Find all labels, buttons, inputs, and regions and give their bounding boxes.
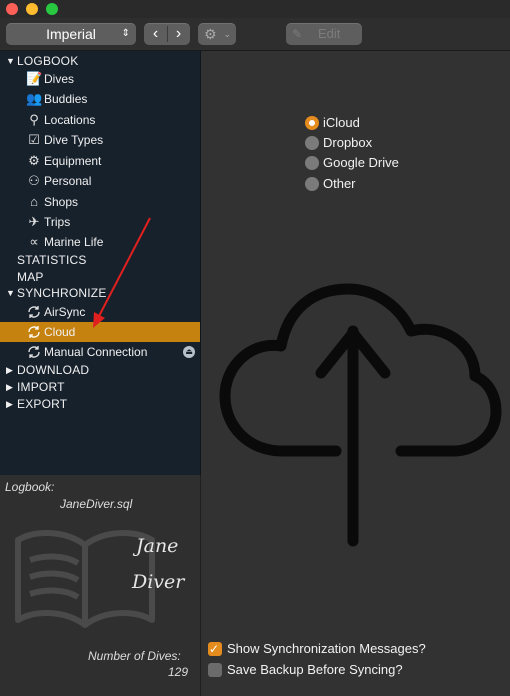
checkbox-indicator	[208, 663, 222, 677]
sync-icon	[28, 306, 40, 318]
sidebar-item-label: Manual Connection	[44, 345, 148, 359]
sidebar-item-label: Cloud	[44, 325, 76, 339]
unit-system-value: Imperial	[46, 26, 96, 42]
sidebar-item-airsync[interactable]: AirSync	[0, 302, 200, 322]
sidebar-item-label: Marine Life	[44, 235, 104, 249]
radio-icloud[interactable]: iCloud	[305, 113, 505, 133]
checklist-icon: ☑	[28, 132, 40, 147]
sync-icon	[28, 326, 40, 338]
gear-icon: ⚙	[28, 153, 40, 168]
book-icon: 📝	[26, 71, 43, 86]
sidebar-item-label: Buddies	[44, 92, 88, 106]
close-window-button[interactable]	[6, 3, 18, 15]
checkbox-indicator	[208, 639, 222, 659]
sidebar-group-export[interactable]: ▶ EXPORT	[0, 394, 200, 414]
show-sync-messages-checkbox[interactable]: Show Synchronization Messages?	[208, 639, 508, 659]
sidebar-item-marine-life[interactable]: ∝ Marine Life	[0, 232, 200, 252]
sidebar-item-label: Dives	[44, 72, 75, 86]
radio-google-drive[interactable]: Google Drive	[305, 153, 505, 173]
navigation-buttons: ‹ ›	[144, 23, 190, 45]
title-bar	[0, 0, 510, 18]
airplane-icon: ✈	[28, 214, 40, 229]
checkbox-label: Show Synchronization Messages?	[227, 641, 426, 656]
save-backup-checkbox[interactable]: Save Backup Before Syncing?	[208, 660, 508, 680]
sidebar-item-label: Trips	[44, 215, 71, 229]
people-icon: 👥	[26, 91, 43, 106]
edit-button-label: Edit	[318, 26, 341, 41]
sidebar-item-personal[interactable]: ⚇ Personal	[0, 171, 200, 191]
sidebar-item-label: Equipment	[44, 154, 102, 168]
radio-dropbox[interactable]: Dropbox	[305, 133, 505, 153]
chevron-right-icon: ›	[175, 25, 182, 42]
brand-logo-line2: Diver	[132, 571, 185, 593]
sidebar-item-buddies[interactable]: 👥 Buddies	[0, 89, 200, 109]
radio-label: Dropbox	[323, 135, 373, 150]
sidebar-item-equipment[interactable]: ⚙ Equipment	[0, 151, 200, 171]
sidebar-item-shops[interactable]: ⌂ Shops	[0, 192, 200, 212]
updown-chevron-icon: ⇕	[121, 28, 130, 39]
logbook-label: Logbook:	[5, 480, 55, 494]
sidebar-item-label: Locations	[44, 113, 96, 127]
action-menu-button[interactable]: ⚙ ⌄	[198, 23, 236, 45]
house-icon: ⌂	[30, 194, 38, 209]
sync-icon	[28, 346, 40, 358]
radio-label: Google Drive	[323, 155, 399, 170]
pencil-icon: ✎	[292, 27, 303, 41]
sidebar-item-trips[interactable]: ✈ Trips	[0, 212, 200, 232]
edit-button[interactable]: ✎ Edit	[286, 23, 362, 45]
back-button[interactable]: ‹	[144, 23, 167, 45]
sidebar-group-label: SYNCHRONIZE	[17, 286, 107, 300]
zoom-window-button[interactable]	[46, 3, 58, 15]
sidebar: ▼ LOGBOOK 📝 Dives 👥 Buddies ⚲ Locations …	[0, 51, 201, 475]
gear-icon: ⚙	[204, 26, 217, 42]
sidebar-group-synchronize[interactable]: ▼ SYNCHRONIZE	[0, 283, 200, 303]
radio-label: iCloud	[323, 115, 360, 130]
pin-icon: ⚲	[29, 112, 39, 127]
sidebar-item-dives[interactable]: 📝 Dives	[0, 69, 200, 89]
cloud-sync-icon	[219, 283, 502, 547]
radio-other[interactable]: Other	[305, 174, 505, 194]
unit-system-select[interactable]: Imperial ⇕	[6, 23, 136, 45]
sidebar-item-label: Personal	[44, 174, 92, 188]
sidebar-item-manual-connection[interactable]: Manual Connection ⏏	[0, 342, 200, 362]
chevron-left-icon: ‹	[152, 25, 159, 42]
radio-indicator	[305, 177, 319, 191]
sidebar-item-cloud[interactable]: Cloud	[0, 322, 200, 342]
disclosure-open-icon: ▼	[6, 56, 15, 66]
radio-indicator	[305, 136, 319, 150]
sidebar-item-label: Shops	[44, 195, 79, 209]
radio-label: Other	[323, 176, 356, 191]
sidebar-group-label: EXPORT	[17, 397, 68, 411]
disclosure-closed-icon: ▶	[6, 399, 13, 409]
disclosure-open-icon: ▼	[6, 288, 15, 298]
brand-logo-line1: Jane	[136, 535, 179, 557]
sidebar-group-logbook[interactable]: ▼ LOGBOOK	[0, 51, 200, 71]
radio-indicator	[305, 116, 319, 130]
person-icon: ⚇	[28, 173, 40, 188]
logbook-info-panel: Logbook: JaneDiver.sql Jane Diver Number…	[0, 475, 201, 696]
logbook-filename: JaneDiver.sql	[60, 497, 133, 511]
radio-indicator	[305, 156, 319, 170]
sidebar-item-locations[interactable]: ⚲ Locations	[0, 110, 200, 130]
dive-count-value: 129	[168, 665, 189, 679]
forward-button[interactable]: ›	[167, 23, 190, 45]
minimize-window-button[interactable]	[26, 3, 38, 15]
toolbar: Imperial ⇕ ‹ › ⚙ ⌄ ✎ Edit	[0, 18, 510, 51]
dive-count-label: Number of Dives:	[88, 649, 181, 663]
eject-icon[interactable]: ⏏	[183, 346, 195, 358]
cloud-sync-pane: iCloud Dropbox Google Drive Other Show S…	[201, 51, 510, 696]
sidebar-item-dive-types[interactable]: ☑ Dive Types	[0, 130, 200, 150]
checkbox-label: Save Backup Before Syncing?	[227, 662, 403, 677]
chevron-down-icon: ⌄	[223, 29, 231, 39]
sidebar-item-label: AirSync	[44, 305, 86, 319]
sidebar-item-label: Dive Types	[44, 133, 104, 147]
fish-icon: ∝	[29, 234, 39, 249]
sidebar-group-label: LOGBOOK	[17, 54, 79, 68]
